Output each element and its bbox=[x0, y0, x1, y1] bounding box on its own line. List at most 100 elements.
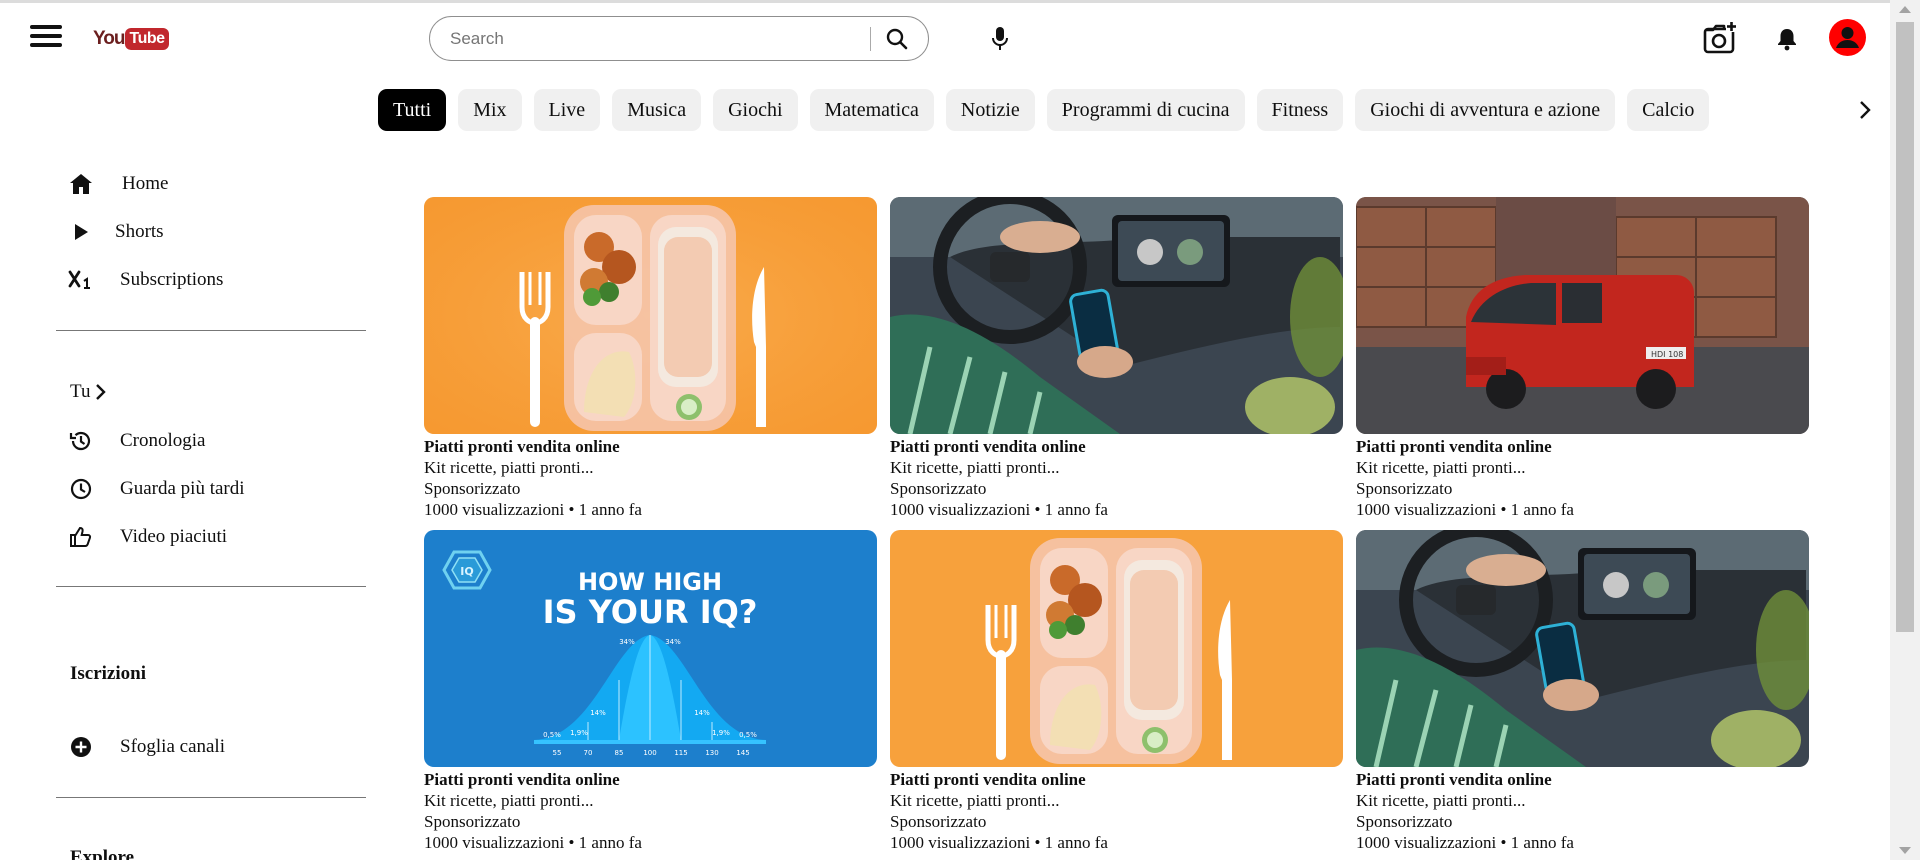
sidebar-item-label: Subscriptions bbox=[120, 269, 224, 290]
video-thumbnail[interactable] bbox=[1356, 530, 1809, 767]
video-channel[interactable]: Sponsorizzato bbox=[424, 478, 877, 499]
shorts-icon bbox=[68, 219, 94, 245]
sidebar-divider bbox=[56, 330, 366, 331]
video-subtitle: Kit ricette, piatti pronti... bbox=[424, 791, 594, 810]
search-input[interactable] bbox=[430, 18, 870, 59]
microphone-icon[interactable] bbox=[988, 26, 1012, 52]
iq-headline-2: IS YOUR IQ? bbox=[543, 593, 758, 631]
youtube-logo[interactable]: You Tube bbox=[93, 25, 169, 53]
sidebar-item-watch-later[interactable]: Guarda più tardi bbox=[68, 476, 245, 502]
video-subtitle: Kit ricette, piatti pronti... bbox=[1356, 458, 1526, 477]
scroll-up-icon[interactable] bbox=[1899, 6, 1911, 13]
search-bar bbox=[429, 16, 929, 61]
iq-percent: 14% bbox=[590, 709, 606, 717]
video-title[interactable]: Piatti pronti vendita online bbox=[424, 770, 877, 790]
video-title[interactable]: Piatti pronti vendita online bbox=[1356, 770, 1809, 790]
chip-matematica[interactable]: Matematica bbox=[809, 89, 934, 131]
avatar[interactable] bbox=[1829, 19, 1866, 56]
video-card[interactable]: Piatti pronti vendita online Kit ricette… bbox=[890, 530, 1343, 852]
iq-percent: 14% bbox=[694, 709, 710, 717]
video-channel[interactable]: Sponsorizzato bbox=[1356, 811, 1809, 832]
video-title[interactable]: Piatti pronti vendita online bbox=[424, 437, 877, 457]
sidebar-item-liked-videos[interactable]: Video piaciuti bbox=[68, 524, 227, 550]
iq-tick: 70 bbox=[584, 749, 593, 757]
video-grid: Piatti pronti vendita online Kit ricette… bbox=[424, 197, 1809, 852]
video-meta: 1000 visualizzazioni • 1 anno fa bbox=[1356, 833, 1574, 852]
chevron-right-icon bbox=[94, 382, 108, 402]
iq-percent: 34% bbox=[665, 638, 681, 646]
video-channel[interactable]: Sponsorizzato bbox=[1356, 478, 1809, 499]
subscriptions-icon bbox=[68, 267, 94, 293]
logo-tube-text: Tube bbox=[125, 28, 169, 50]
chip-musica[interactable]: Musica bbox=[612, 89, 702, 131]
iq-tick: 130 bbox=[705, 749, 718, 757]
sidebar-item-shorts[interactable]: Shorts bbox=[68, 219, 164, 245]
scroll-down-icon[interactable] bbox=[1899, 847, 1911, 854]
you-label: Tu bbox=[70, 381, 91, 402]
video-meta: 1000 visualizzazioni • 1 anno fa bbox=[1356, 500, 1574, 519]
user-icon bbox=[1836, 27, 1859, 48]
sidebar-item-subscriptions[interactable]: Subscriptions bbox=[68, 267, 223, 293]
sidebar-you-header[interactable]: Tu bbox=[70, 381, 108, 403]
logo-you-text: You bbox=[93, 28, 126, 49]
iq-tick: 100 bbox=[643, 749, 656, 757]
video-subtitle: Kit ricette, piatti pronti... bbox=[1356, 791, 1526, 810]
menu-icon[interactable] bbox=[30, 25, 62, 51]
search-button[interactable] bbox=[871, 17, 923, 60]
sidebar-item-label: Sfoglia canali bbox=[120, 736, 225, 757]
iq-percent: 34% bbox=[619, 638, 635, 646]
video-thumbnail[interactable] bbox=[424, 197, 877, 434]
chip-giochi[interactable]: Giochi bbox=[713, 89, 798, 131]
chevron-right-icon[interactable] bbox=[1855, 98, 1875, 122]
chip-giochi-avventura[interactable]: Giochi di avventura e azione bbox=[1355, 89, 1616, 131]
chip-mix[interactable]: Mix bbox=[458, 89, 522, 131]
iq-percent: 0,5% bbox=[543, 731, 561, 739]
sidebar-item-browse-channels[interactable]: Sfoglia canali bbox=[68, 734, 225, 760]
like-icon bbox=[68, 524, 94, 550]
video-title[interactable]: Piatti pronti vendita online bbox=[890, 770, 1343, 790]
chip-live[interactable]: Live bbox=[533, 89, 601, 131]
video-card[interactable]: Piatti pronti vendita online Kit ricette… bbox=[890, 197, 1343, 519]
sidebar-item-history[interactable]: Cronologia bbox=[68, 428, 206, 454]
video-thumbnail[interactable] bbox=[890, 530, 1343, 767]
video-thumbnail[interactable] bbox=[890, 197, 1343, 434]
sidebar-divider bbox=[56, 586, 366, 587]
scrollbar-thumb[interactable] bbox=[1896, 22, 1914, 632]
video-title[interactable]: Piatti pronti vendita online bbox=[890, 437, 1343, 457]
search-icon bbox=[886, 28, 908, 49]
video-card[interactable]: IQ HOW HIGH IS YOUR IQ? 55 70 85 100 115… bbox=[424, 530, 877, 852]
video-card[interactable]: Piatti pronti vendita online Kit ricette… bbox=[1356, 530, 1809, 852]
video-channel[interactable]: Sponsorizzato bbox=[424, 811, 877, 832]
video-card[interactable]: Piatti pronti vendita online Kit ricette… bbox=[424, 197, 877, 519]
chip-fitness[interactable]: Fitness bbox=[1256, 89, 1344, 131]
sidebar-item-label: Video piaciuti bbox=[120, 526, 228, 547]
chip-programmi-di-cucina[interactable]: Programmi di cucina bbox=[1046, 89, 1245, 131]
video-thumbnail[interactable]: HDI 108 bbox=[1356, 197, 1809, 434]
sidebar-item-label: Home bbox=[122, 173, 169, 194]
iq-tick: 85 bbox=[615, 749, 624, 757]
video-meta: 1000 visualizzazioni • 1 anno fa bbox=[424, 833, 642, 852]
create-video-icon[interactable] bbox=[1702, 20, 1738, 56]
subscriptions-section-title: Iscrizioni bbox=[70, 663, 146, 684]
notifications-bell-icon[interactable] bbox=[1776, 27, 1798, 51]
video-channel[interactable]: Sponsorizzato bbox=[890, 478, 1343, 499]
iq-percent: 1,9% bbox=[712, 729, 730, 737]
chip-notizie[interactable]: Notizie bbox=[945, 89, 1035, 131]
iq-tick: 145 bbox=[736, 749, 749, 757]
iq-percent: 0,5% bbox=[739, 731, 757, 739]
video-thumbnail[interactable]: IQ HOW HIGH IS YOUR IQ? 55 70 85 100 115… bbox=[424, 530, 877, 767]
video-channel[interactable]: Sponsorizzato bbox=[890, 811, 1343, 832]
iq-tick: 55 bbox=[553, 749, 562, 757]
sidebar: Home Shorts Subscriptions Tu Cronologia … bbox=[0, 160, 370, 860]
video-meta: 1000 visualizzazioni • 1 anno fa bbox=[890, 833, 1108, 852]
chip-calcio[interactable]: Calcio bbox=[1627, 89, 1710, 131]
video-title[interactable]: Piatti pronti vendita online bbox=[1356, 437, 1809, 457]
video-card[interactable]: HDI 108 Piatti pronti vendita online Kit… bbox=[1356, 197, 1809, 519]
scrollbar[interactable] bbox=[1890, 0, 1920, 860]
iq-tick: 115 bbox=[674, 749, 687, 757]
van-plate: HDI 108 bbox=[1651, 350, 1683, 359]
sidebar-item-home[interactable]: Home bbox=[68, 171, 168, 197]
chip-tutti[interactable]: Tutti bbox=[378, 89, 447, 131]
iq-percent: 1,9% bbox=[570, 729, 588, 737]
video-meta: 1000 visualizzazioni • 1 anno fa bbox=[890, 500, 1108, 519]
